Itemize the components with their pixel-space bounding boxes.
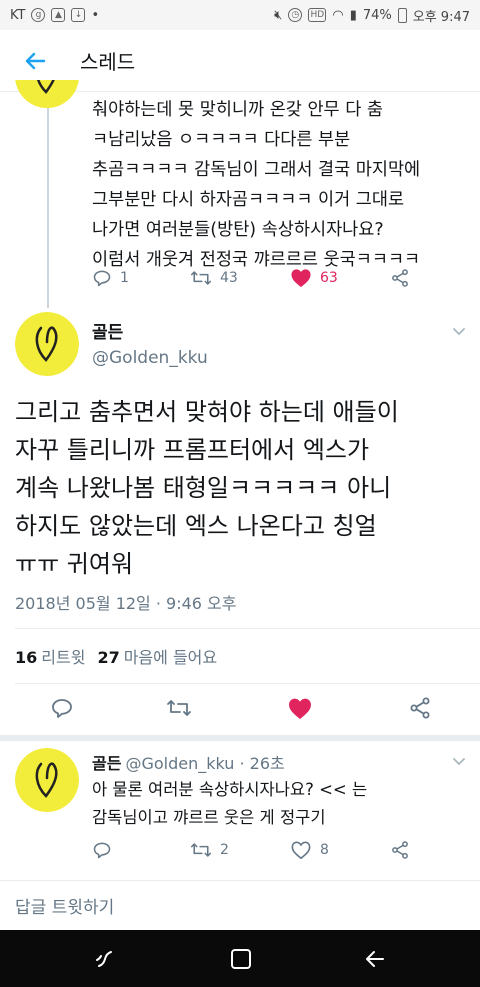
heart-doodle-avatar — [15, 748, 79, 812]
parent-avatar[interactable] — [15, 80, 79, 108]
parent-retweet-button[interactable]: 43 — [190, 268, 238, 288]
main-avatar[interactable] — [15, 312, 79, 376]
heart-filled-icon — [289, 698, 311, 719]
hd-icon: HD — [308, 8, 327, 22]
status-bar: KT g ▲ ↓ • 🔇︎ ◷ HD ◠ ▮ 74% 오후 9:47 — [0, 0, 480, 30]
android-nav-bar — [0, 930, 480, 987]
reply-like-count: 8 — [320, 842, 329, 858]
retweets-stat[interactable]: 16 리트윗 — [15, 644, 85, 668]
heart-filled-icon — [291, 269, 311, 288]
main-author-handle[interactable]: @Golden_kku — [92, 348, 208, 368]
main-reply-button[interactable] — [50, 696, 74, 720]
retweet-icon — [190, 843, 212, 857]
parent-like-count: 63 — [320, 270, 338, 286]
retweets-count: 16 — [15, 648, 38, 667]
parent-share-button[interactable] — [390, 268, 410, 288]
likes-stat[interactable]: 27 마음에 들어요 — [97, 644, 217, 668]
divider — [0, 735, 480, 741]
signal-icon: ▮ — [349, 7, 357, 23]
page-title: 스레드 — [80, 50, 136, 74]
retweet-icon — [167, 700, 191, 716]
likes-label: 마음에 들어요 — [123, 648, 218, 667]
reply-like-button[interactable]: 8 — [290, 840, 329, 860]
gallery-icon: ▲ — [51, 8, 66, 22]
reply-author-name[interactable]: 골든 — [92, 754, 121, 773]
clock: 오후 9:47 — [412, 9, 470, 25]
parent-like-button[interactable]: 63 — [290, 268, 338, 288]
main-like-button[interactable] — [287, 697, 313, 720]
divider — [15, 683, 480, 684]
thread-line — [47, 108, 49, 308]
reply-retweet-button[interactable]: 2 — [190, 840, 229, 860]
reply-icon — [93, 270, 111, 287]
share-icon — [392, 841, 408, 859]
main-share-button[interactable] — [408, 696, 432, 720]
main-tweet-text: 그리고 춤추면서 맞혀야 하는데 애들이 자꾸 틀리니까 프롬프터에서 엑스가 … — [15, 398, 399, 578]
main-author-name[interactable]: 골든 — [92, 318, 123, 343]
retweets-label: 리트윗 — [41, 648, 86, 667]
reply-header: 골든 @Golden_kku · 26초 — [92, 750, 285, 774]
notification-icon: g — [31, 8, 46, 22]
carrier-label: KT — [10, 7, 26, 23]
reply-icon — [93, 842, 111, 859]
mute-icon: 🔇︎ — [274, 7, 283, 23]
status-right: 🔇︎ ◷ HD ◠ ▮ 74% 오후 9:47 — [274, 6, 470, 25]
reply-share-button[interactable] — [390, 840, 410, 860]
likes-count: 27 — [97, 648, 120, 667]
parent-reply-count: 1 — [120, 270, 129, 286]
back-nav-icon[interactable] — [362, 946, 388, 972]
reply-handle-time: @Golden_kku · 26초 — [125, 754, 285, 773]
reply-avatar[interactable] — [15, 748, 79, 812]
share-icon — [392, 269, 408, 287]
divider — [15, 628, 480, 629]
share-icon — [410, 697, 430, 719]
alarm-icon: ◷ — [288, 8, 303, 22]
chevron-down-icon[interactable] — [452, 754, 466, 768]
parent-retweet-count: 43 — [220, 270, 238, 286]
reply-retweet-count: 2 — [220, 842, 229, 858]
main-retweet-button[interactable] — [166, 696, 192, 720]
parent-reply-button[interactable]: 1 — [92, 268, 129, 288]
parent-tweet-text: 춰야하는데 못 맞히니까 온갖 안무 다 춤 ㅋ남리났음 ㅇㅋㅋㅋㅋ 다다른 부… — [92, 100, 421, 270]
arrow-left-icon — [25, 52, 46, 69]
heart-outline-icon — [291, 841, 311, 860]
home-icon[interactable] — [228, 946, 254, 972]
heart-doodle-avatar — [15, 312, 79, 376]
battery-level: 74% — [362, 7, 392, 23]
recent-apps-icon[interactable] — [92, 946, 118, 972]
tweet-stats: 16 리트윗 27 마음에 들어요 — [15, 644, 217, 668]
main-tweet-date: 2018년 05월 12일 · 9:46 오후 — [15, 594, 237, 613]
wifi-icon: ◠ — [332, 7, 344, 23]
chevron-down-icon[interactable] — [452, 324, 466, 338]
status-left: KT g ▲ ↓ • — [10, 8, 99, 23]
reply-reply-button[interactable] — [92, 840, 112, 860]
reply-icon — [52, 699, 72, 718]
retweet-icon — [190, 271, 212, 285]
reply-tweet-text: 아 물론 여러분 속상하시자나요? << 는 감독님이고 꺄르르 웃은 게 정구… — [92, 780, 368, 827]
download-icon: ↓ — [71, 8, 86, 22]
reply-compose-input[interactable]: 답글 트윗하기 — [0, 880, 480, 930]
battery-icon — [397, 7, 407, 23]
dot-icon: • — [91, 7, 100, 23]
